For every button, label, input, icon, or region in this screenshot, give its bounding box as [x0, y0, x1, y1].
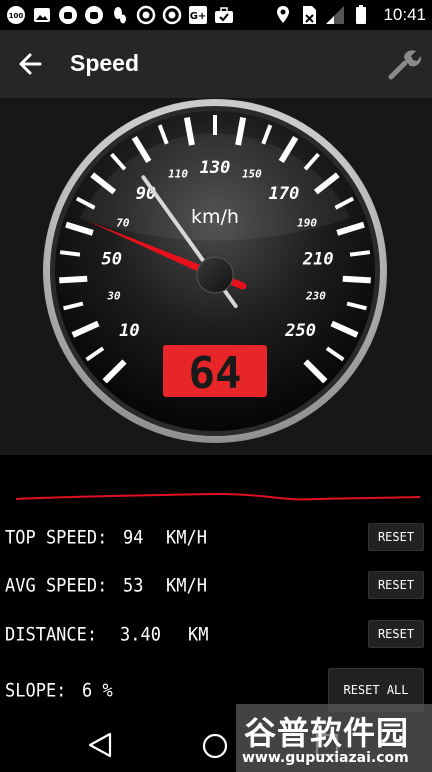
- nav-home-icon: [202, 733, 228, 759]
- location-icon: [273, 5, 293, 25]
- top-speed-label: TOP SPEED:: [5, 527, 108, 549]
- android-debug-icon: [84, 5, 104, 25]
- gauge-label: 250: [284, 321, 316, 341]
- notification-icons: 100 G+: [6, 4, 240, 26]
- gauge-unit: km/h: [191, 206, 239, 228]
- needle-hub: [196, 256, 234, 294]
- gauge-label: 10: [119, 321, 139, 341]
- gauge-tick: [59, 250, 81, 257]
- slope-label: SLOPE:: [5, 680, 67, 702]
- reset-distance-button[interactable]: RESET: [368, 620, 424, 648]
- avg-speed-label: AVG SPEED:: [5, 575, 108, 597]
- gauge-label: 190: [297, 217, 317, 230]
- google-plus-icon: G+: [188, 5, 208, 25]
- watermark-title: 谷普软件园: [244, 714, 410, 752]
- nav-back-button[interactable]: [86, 732, 114, 758]
- digital-speed-value: 64: [189, 348, 242, 399]
- system-icons: 10:41: [273, 4, 426, 26]
- distance-unit: KM: [188, 624, 209, 646]
- reset-avg-speed-button[interactable]: RESET: [368, 571, 424, 599]
- gauge-label: 50: [102, 249, 122, 269]
- gauge-label: 130: [200, 158, 231, 178]
- notification-100-icon: 100: [6, 5, 26, 25]
- nav-back-icon: [88, 732, 112, 758]
- wrench-icon: [388, 50, 422, 80]
- no-sim-icon: [299, 5, 319, 25]
- image-icon: [32, 5, 52, 25]
- watermark: 谷普软件园 www.gupuxiazai.com: [236, 704, 432, 772]
- nav-home-button[interactable]: [201, 732, 229, 760]
- gauge-tick: [342, 275, 371, 284]
- speedometer-panel: 10 50 90 130 170 210 250 30 70 110 150 190 230 km/h …: [0, 98, 432, 455]
- top-speed-value: 94: [123, 527, 144, 549]
- distance-label: DISTANCE:: [5, 624, 98, 646]
- footprint-icon: [110, 5, 130, 25]
- signal-icon: [325, 5, 345, 25]
- speed-graph-line: [15, 493, 421, 501]
- gauge-label: 170: [269, 184, 300, 204]
- svg-text:G+: G+: [190, 11, 207, 22]
- speed-graph: [0, 455, 432, 519]
- battery-icon: [351, 5, 371, 25]
- settings-button[interactable]: [386, 46, 422, 82]
- arrow-left-icon: [19, 53, 42, 75]
- distance-value: 3.40: [120, 624, 161, 646]
- svg-text:100: 100: [9, 12, 24, 20]
- back-button[interactable]: [14, 48, 48, 80]
- record-icon: [162, 5, 182, 25]
- briefcase-icon: [214, 5, 234, 25]
- avg-speed-value: 53: [123, 575, 144, 597]
- status-bar: 100 G+ 10:41: [0, 0, 432, 30]
- gauge-label: 110: [168, 168, 188, 181]
- gauge-label: 230: [305, 290, 326, 303]
- android-debug-icon: [58, 5, 78, 25]
- watermark-url: www.gupuxiazai.com: [242, 750, 409, 766]
- reset-top-speed-button[interactable]: RESET: [368, 523, 424, 551]
- app-bar: Speed: [0, 30, 432, 98]
- top-speed-unit: KM/H: [166, 527, 207, 549]
- status-time: 10:41: [383, 5, 426, 24]
- gauge-label: 70: [116, 217, 130, 230]
- record-icon: [136, 5, 156, 25]
- speedometer-gauge: 1050901301702102503070110 150190230 km/h …: [43, 99, 387, 443]
- slope-value: 6 %: [82, 680, 113, 702]
- gauge-tick: [349, 250, 371, 257]
- avg-speed-unit: KM/H: [166, 575, 207, 597]
- gauge-label: 30: [106, 290, 121, 303]
- gauge-tick: [59, 275, 88, 284]
- gauge-label: 210: [302, 249, 334, 269]
- page-title: Speed: [70, 50, 140, 76]
- gauge-label: 150: [242, 168, 262, 181]
